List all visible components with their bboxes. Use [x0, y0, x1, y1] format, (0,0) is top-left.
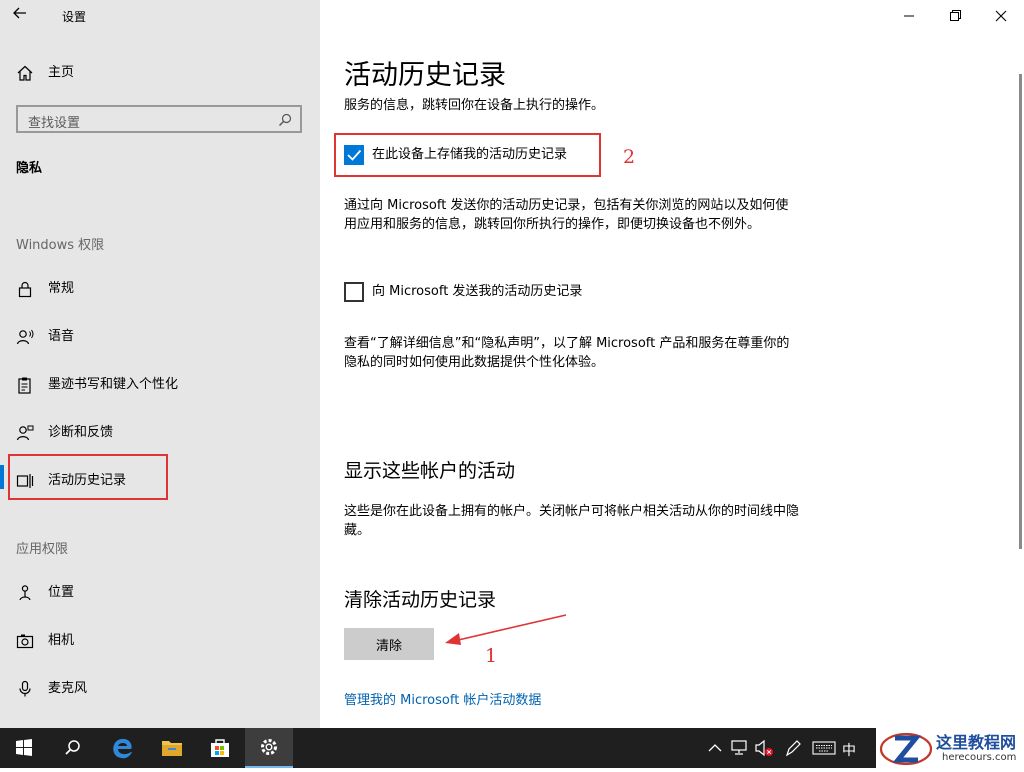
taskbar-edge[interactable] — [98, 728, 146, 768]
microphone-icon — [19, 680, 31, 697]
taskbar-search-button[interactable] — [48, 728, 96, 768]
annotation-number-2: 2 — [623, 146, 636, 168]
minimize-button[interactable] — [894, 4, 924, 28]
arrow-left-icon — [13, 7, 26, 19]
clear-button[interactable]: 清除 — [344, 628, 434, 660]
page-title: 活动历史记录 — [344, 60, 506, 91]
accounts-heading: 显示这些帐户的活动 — [344, 460, 516, 482]
sidebar-item-speech[interactable]: 语音 — [0, 317, 320, 357]
sidebar-item-general[interactable]: 常规 — [0, 269, 320, 309]
watermark-url: herecours.com — [942, 752, 1017, 763]
sidebar-item-location[interactable]: 位置 — [0, 573, 320, 613]
watermark-logo-icon — [879, 732, 933, 766]
search-icon — [65, 740, 80, 755]
keyboard-icon[interactable] — [812, 740, 836, 756]
taskbar-store[interactable] — [196, 728, 244, 768]
send-history-checkbox[interactable] — [344, 282, 364, 302]
file-explorer-icon — [162, 741, 182, 756]
sidebar-item-microphone[interactable]: 麦克风 — [0, 669, 320, 709]
feedback-person-icon — [16, 425, 34, 441]
taskbar-settings[interactable] — [245, 728, 293, 768]
restore-button[interactable] — [940, 4, 970, 28]
sidebar-item-inking[interactable]: 墨迹书写和键入个性化 — [0, 365, 320, 405]
close-button[interactable] — [986, 4, 1016, 28]
checkmark-icon — [347, 149, 362, 161]
search-icon — [279, 113, 292, 126]
location-person-icon — [19, 585, 31, 601]
watermark: 这里教程网 herecours.com — [876, 728, 1024, 768]
sidebar-item-home[interactable]: 主页 — [0, 53, 320, 93]
scrollbar-thumb[interactable] — [1019, 74, 1022, 549]
back-button[interactable] — [12, 5, 36, 27]
scrollbar[interactable] — [1018, 74, 1024, 549]
app-title: 设置 — [62, 10, 87, 24]
search-placeholder: 查找设置 — [28, 116, 81, 131]
clear-history-heading: 清除活动历史记录 — [344, 589, 497, 611]
home-icon — [17, 65, 33, 81]
send-history-description: 通过向 Microsoft 发送你的活动历史记录，包括有关你浏览的网站以及如何使… — [344, 198, 789, 232]
windows-start-icon — [16, 739, 32, 756]
sidebar-item-label: 诊断和反馈 — [48, 425, 114, 440]
sidebar-item-label: 相机 — [48, 633, 75, 648]
minimize-icon — [904, 15, 914, 17]
store-history-checkbox[interactable] — [344, 145, 364, 165]
taskbar: 中 这里教程网 herecours.com — [0, 728, 1024, 768]
start-button[interactable] — [0, 728, 48, 768]
edge-browser-icon — [113, 738, 132, 759]
chevron-up-icon[interactable] — [706, 740, 724, 756]
watermark-title: 这里教程网 — [936, 733, 1017, 752]
camera-icon — [16, 634, 34, 649]
pen-icon[interactable] — [783, 738, 803, 758]
restore-icon — [950, 10, 961, 21]
sidebar-item-camera[interactable]: 相机 — [0, 621, 320, 661]
clipboard-pen-icon — [18, 377, 31, 394]
speech-person-icon — [16, 329, 34, 345]
ime-indicator[interactable]: 中 — [842, 740, 856, 760]
sidebar-item-label: 墨迹书写和键入个性化 — [48, 377, 179, 392]
sidebar-item-label: 麦克风 — [48, 681, 88, 696]
send-history-label[interactable]: 向 Microsoft 发送我的活动历史记录 — [372, 282, 582, 301]
privacy-text: 查看“了解详细信息”和“隐私声明”，以了解 Microsoft 产品和服务在尊重… — [344, 336, 790, 370]
section-app-permissions: 应用权限 — [16, 542, 69, 557]
taskbar-file-explorer[interactable] — [148, 728, 196, 768]
network-icon[interactable] — [730, 739, 750, 757]
annotation-arrow — [445, 614, 567, 645]
accounts-description: 这些是你在此设备上拥有的帐户。关闭帐户可将帐户相关活动从你的时间线中隐藏。 — [344, 504, 800, 538]
sidebar-item-label: 活动历史记录 — [48, 473, 127, 488]
sidebar-item-label: 语音 — [48, 329, 75, 344]
sidebar-item-activity-history[interactable]: 活动历史记录 — [0, 461, 320, 501]
search-input[interactable]: 查找设置 — [16, 105, 302, 133]
manage-activity-link[interactable]: 管理我的 Microsoft 帐户活动数据 — [344, 689, 541, 708]
store-icon — [211, 739, 229, 757]
intro-text: 服务的信息，跳转回你在设备上执行的操作。 — [344, 98, 605, 113]
settings-gear-icon — [261, 739, 277, 755]
sidebar-item-label: 常规 — [48, 281, 75, 296]
sidebar-item-label: 主页 — [48, 65, 75, 80]
sidebar: 设置 主页 查找设置 隐私 Windows 权限 常规 语音 墨迹书写和键入个性… — [0, 0, 320, 728]
close-icon — [995, 10, 1007, 22]
category-title: 隐私 — [16, 161, 43, 176]
activity-history-icon — [16, 474, 34, 488]
store-history-label[interactable]: 在此设备上存储我的活动历史记录 — [372, 145, 567, 164]
annotation-number-1: 1 — [485, 645, 498, 667]
lock-icon — [18, 281, 32, 298]
sidebar-item-diagnostics[interactable]: 诊断和反馈 — [0, 413, 320, 453]
volume-muted-icon[interactable] — [754, 738, 776, 758]
sidebar-item-label: 位置 — [48, 585, 75, 600]
section-windows-permissions: Windows 权限 — [16, 238, 105, 253]
